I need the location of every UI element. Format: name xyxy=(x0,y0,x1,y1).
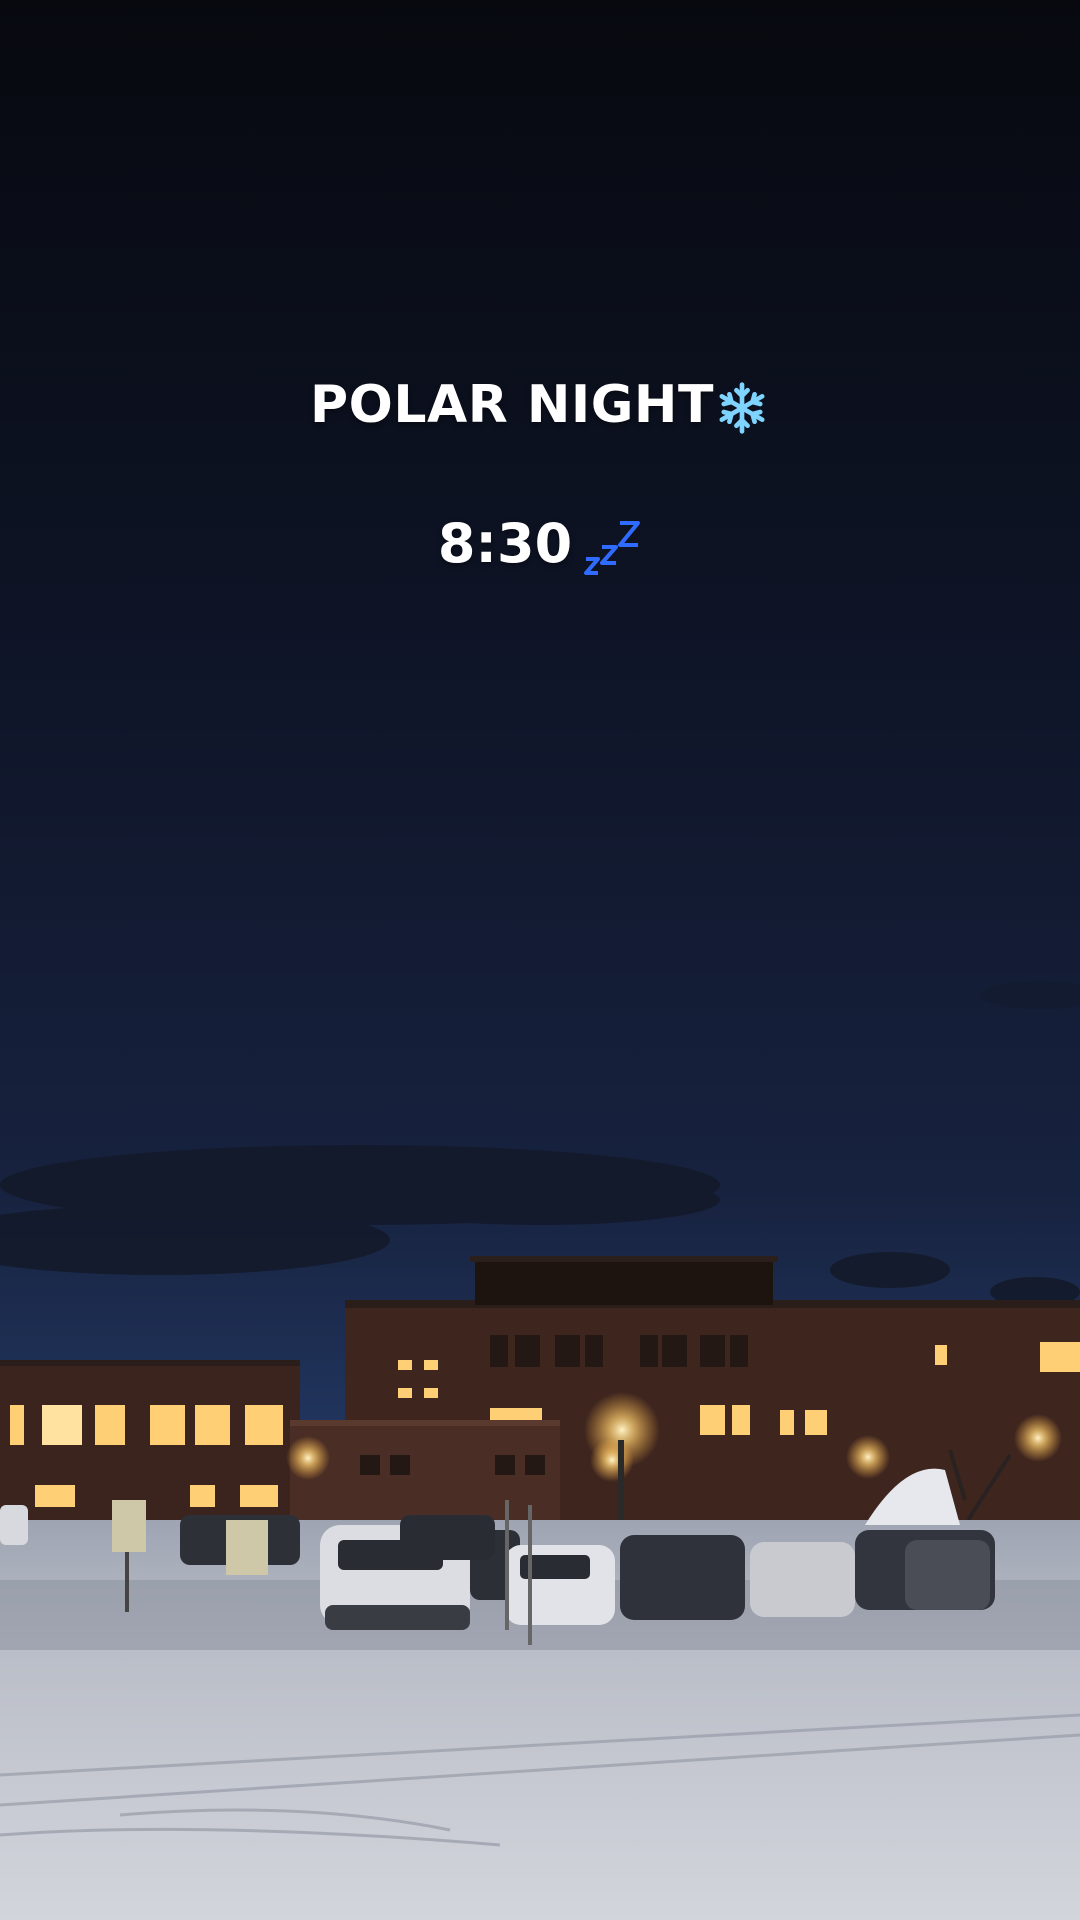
story-title: POLAR NIGHT xyxy=(0,375,1080,436)
story-frame: POLAR NIGHT 8:30 xyxy=(0,0,1080,1920)
night-scene-photo xyxy=(0,0,1080,1920)
building-front xyxy=(290,1420,560,1525)
story-time-text: 8:30 xyxy=(437,512,573,575)
story-time: 8:30 xyxy=(0,512,1080,577)
zzz-sleep-icon xyxy=(584,521,641,576)
story-title-text: POLAR NIGHT xyxy=(310,375,714,435)
snowflake-icon xyxy=(719,382,765,434)
